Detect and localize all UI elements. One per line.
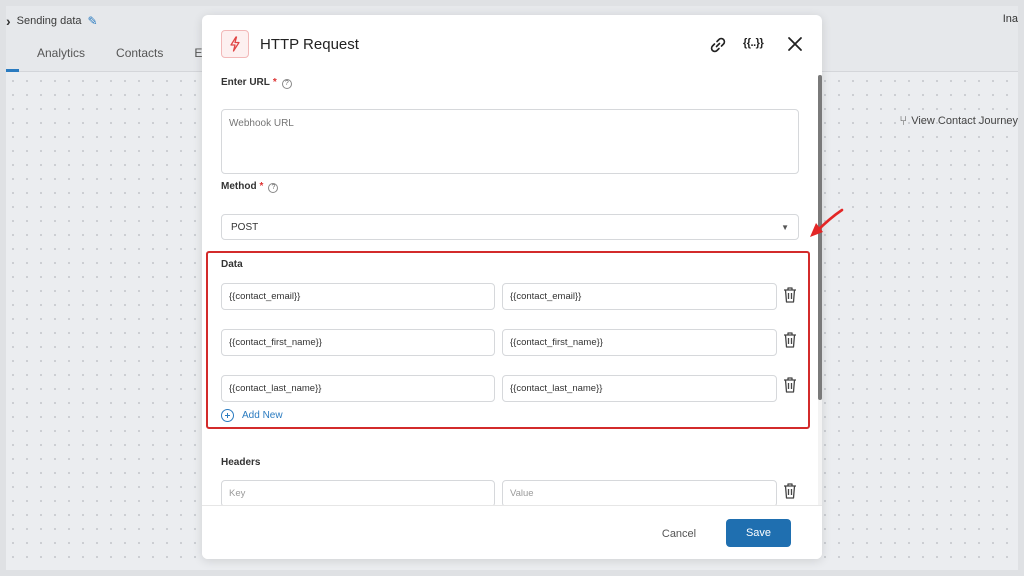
webhook-url-input[interactable]: [221, 109, 799, 174]
add-new-data-button[interactable]: Add New: [221, 409, 283, 422]
close-icon[interactable]: [786, 35, 804, 53]
view-contact-journey-label: View Contact Journey: [911, 114, 1018, 127]
lightning-icon: [221, 30, 249, 58]
trash-icon[interactable]: [782, 331, 798, 349]
tab-contacts[interactable]: Contacts: [116, 46, 163, 70]
data-value-field[interactable]: {{contact_last_name}}: [502, 375, 777, 402]
data-key-field[interactable]: {{contact_first_name}}: [221, 329, 495, 356]
branch-icon: ⑂: [899, 113, 908, 128]
chevron-right-icon: ›: [6, 13, 11, 29]
url-label-text: Enter URL: [221, 77, 270, 88]
view-contact-journey-button[interactable]: ⑂ View Contact Journey: [899, 113, 1018, 128]
method-select[interactable]: POST ▼: [221, 214, 799, 240]
http-request-modal: HTTP Request {{..}} Enter URL*? Method*?…: [202, 15, 822, 559]
modal-body: Enter URL*? Method*? POST ▼ Data {{conta…: [202, 75, 822, 505]
data-key-field[interactable]: {{contact_last_name}}: [221, 375, 495, 402]
data-value-field[interactable]: {{contact_email}}: [502, 283, 777, 310]
header-value-input[interactable]: Value: [502, 480, 777, 505]
add-new-label: Add New: [242, 410, 283, 421]
modal-footer: Cancel Save: [202, 505, 822, 559]
trash-icon[interactable]: [782, 376, 798, 394]
caret-down-icon: ▼: [781, 222, 789, 232]
modal-title: HTTP Request: [260, 36, 359, 53]
header-key-input[interactable]: Key: [221, 480, 495, 505]
save-button[interactable]: Save: [726, 519, 791, 547]
headers-section-label: Headers: [221, 457, 261, 468]
trash-icon[interactable]: [782, 482, 798, 500]
help-icon[interactable]: ?: [281, 79, 292, 89]
method-selected-value: POST: [231, 221, 259, 233]
header-right-label: Ina: [1002, 13, 1018, 25]
modal-header: HTTP Request {{..}}: [202, 15, 822, 75]
tab-analytics[interactable]: Analytics: [37, 46, 85, 70]
data-value-field[interactable]: {{contact_first_name}}: [502, 329, 777, 356]
required-mark: *: [259, 181, 264, 192]
link-icon[interactable]: [708, 35, 728, 55]
variables-button[interactable]: {{..}}: [743, 37, 764, 49]
required-mark: *: [272, 77, 277, 88]
method-label: Method *?: [221, 181, 279, 193]
cancel-button[interactable]: Cancel: [649, 520, 709, 548]
url-label: Enter URL *?: [221, 77, 292, 89]
tab-bar: Analytics Contacts E: [6, 46, 202, 70]
plus-circle-icon: [221, 409, 234, 422]
breadcrumb: › Sending data ✎: [6, 13, 98, 29]
active-tab-indicator: [6, 69, 19, 72]
data-key-field[interactable]: {{contact_email}}: [221, 283, 495, 310]
method-label-text: Method: [221, 181, 257, 192]
data-section-label: Data: [221, 259, 243, 270]
breadcrumb-current: Sending data: [16, 15, 82, 27]
annotation-arrow-icon: [810, 208, 844, 237]
pencil-icon[interactable]: ✎: [88, 14, 98, 28]
help-icon[interactable]: ?: [268, 183, 279, 193]
trash-icon[interactable]: [782, 286, 798, 304]
